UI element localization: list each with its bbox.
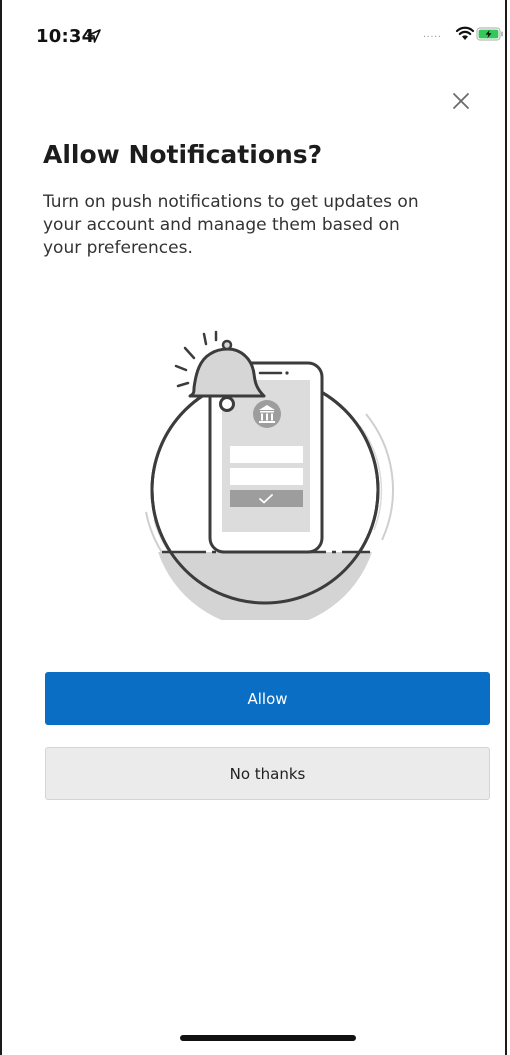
page-description: Turn on push notifications to get update… — [43, 192, 419, 258]
home-indicator — [180, 1035, 356, 1041]
close-icon — [453, 93, 469, 109]
floor-segment — [158, 552, 372, 620]
screen-field-1 — [230, 446, 303, 463]
battery-charging-icon — [476, 27, 503, 41]
phone-bell-bank-illustration — [145, 330, 394, 620]
screen-submit — [230, 490, 303, 507]
cellular-signal-icon: ..... — [423, 29, 442, 40]
no-thanks-button[interactable]: No thanks — [45, 747, 490, 800]
location-arrow-icon — [87, 29, 101, 43]
close-button[interactable] — [448, 88, 474, 114]
status-bar: 10:34 ..... — [0, 0, 510, 60]
screen-field-2 — [230, 468, 303, 485]
page-title: Allow Notifications? — [43, 140, 323, 169]
allow-button[interactable]: Allow — [45, 672, 490, 725]
wifi-icon — [455, 26, 475, 40]
no-thanks-button-label: No thanks — [229, 764, 306, 783]
allow-button-label: Allow — [247, 689, 288, 708]
